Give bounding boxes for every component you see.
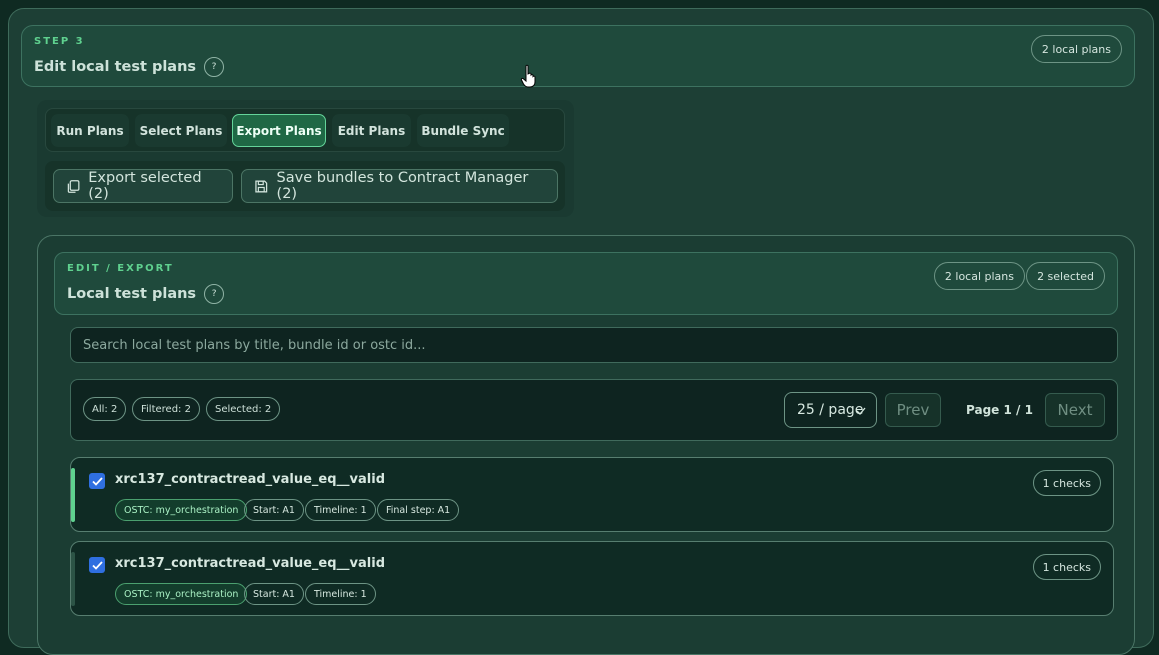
tab-bundle-sync[interactable]: Bundle Sync bbox=[417, 114, 509, 147]
chevron-down-icon bbox=[856, 407, 866, 415]
page-size-select[interactable]: 25 / page bbox=[784, 392, 877, 428]
tab-run-plans[interactable]: Run Plans bbox=[51, 114, 129, 147]
help-icon[interactable]: ? bbox=[204, 57, 225, 77]
checkmark-icon bbox=[91, 476, 103, 486]
checks-badge: 1 checks bbox=[1032, 470, 1101, 496]
filter-selected-chip[interactable]: Selected: 2 bbox=[206, 397, 281, 421]
edit-eyebrow: EDIT / EXPORT bbox=[67, 263, 174, 274]
save-bundles-button[interactable]: Save bundles to Contract Manager (2) bbox=[241, 169, 558, 203]
row-accent bbox=[71, 468, 75, 522]
edit-export-header: EDIT / EXPORT Local test plans ? 2 local… bbox=[54, 252, 1118, 315]
hand-cursor-icon bbox=[520, 64, 536, 88]
ostc-tag: OSTC: my_orchestration bbox=[115, 499, 248, 521]
checks-badge: 1 checks bbox=[1032, 554, 1101, 580]
prev-button[interactable]: Prev bbox=[885, 393, 941, 427]
tab-edit-plans[interactable]: Edit Plans bbox=[332, 114, 411, 147]
page-title: Edit local test plans bbox=[34, 59, 197, 75]
timeline-tag: Timeline: 1 bbox=[305, 499, 376, 521]
start-tag: Start: A1 bbox=[244, 499, 304, 521]
list-item[interactable]: xrc137_contractread_value_eq__valid OSTC… bbox=[70, 457, 1114, 532]
final-step-tag: Final step: A1 bbox=[377, 499, 460, 521]
plan-title: xrc137_contractread_value_eq__valid bbox=[115, 556, 386, 571]
filter-all-chip[interactable]: All: 2 bbox=[83, 397, 127, 421]
row-accent bbox=[71, 552, 75, 606]
checkmark-icon bbox=[91, 560, 103, 570]
section-title: Local test plans bbox=[67, 286, 197, 302]
step-eyebrow: STEP 3 bbox=[34, 36, 85, 47]
next-button[interactable]: Next bbox=[1045, 393, 1105, 427]
page-indicator: Page 1 / 1 bbox=[966, 403, 1033, 417]
list-item[interactable]: xrc137_contractread_value_eq__valid OSTC… bbox=[70, 541, 1114, 616]
step-title-row: Edit local test plans ? bbox=[34, 57, 225, 77]
plan-title: xrc137_contractread_value_eq__valid bbox=[115, 472, 386, 487]
row-checkbox[interactable] bbox=[89, 557, 105, 573]
help-icon[interactable]: ? bbox=[204, 284, 225, 304]
local-plans-badge: 2 local plans bbox=[1030, 35, 1122, 63]
start-tag: Start: A1 bbox=[244, 583, 304, 605]
edit-title-row: Local test plans ? bbox=[67, 284, 225, 304]
local-plans-count-badge: 2 local plans bbox=[933, 262, 1025, 290]
export-selected-label: Export selected (2) bbox=[88, 170, 202, 202]
selected-count-badge: 2 selected bbox=[1026, 262, 1105, 290]
search-input[interactable] bbox=[70, 327, 1118, 363]
filter-filtered-chip[interactable]: Filtered: 2 bbox=[132, 397, 200, 421]
save-icon bbox=[255, 180, 268, 192]
tab-export-plans[interactable]: Export Plans bbox=[232, 114, 326, 147]
export-selected-button[interactable]: Export selected (2) bbox=[53, 169, 233, 203]
ostc-tag: OSTC: my_orchestration bbox=[115, 583, 248, 605]
copy-icon bbox=[67, 179, 80, 193]
row-checkbox[interactable] bbox=[89, 473, 105, 489]
save-bundles-label: Save bundles to Contract Manager (2) bbox=[276, 170, 529, 202]
page-size-value: 25 / page bbox=[797, 402, 864, 418]
step-header-card: STEP 3 Edit local test plans ? 2 local p… bbox=[21, 25, 1135, 87]
tab-select-plans[interactable]: Select Plans bbox=[135, 114, 227, 147]
timeline-tag: Timeline: 1 bbox=[305, 583, 376, 605]
